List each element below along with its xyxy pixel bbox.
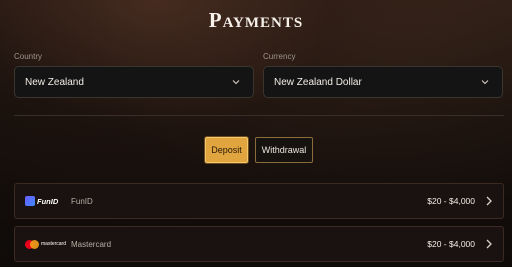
funid-logo-text: FunID <box>37 196 59 206</box>
country-label: Country <box>14 52 43 61</box>
currency-select[interactable]: New Zealand Dollar <box>263 66 503 98</box>
mastercard-logo-icon: mastercard <box>25 237 67 251</box>
method-name: Mastercard <box>71 239 112 249</box>
chevron-right-icon <box>485 238 493 250</box>
method-range: $20 - $4,000 <box>427 239 475 249</box>
payments-page: Payments Country New Zealand Currency Ne… <box>0 0 512 267</box>
country-select[interactable]: New Zealand <box>14 66 254 98</box>
deposit-tab-button[interactable]: Deposit <box>205 137 248 163</box>
country-value: New Zealand <box>25 76 84 88</box>
method-name: FunID <box>71 196 93 206</box>
payment-method-row-mastercard[interactable]: mastercard Mastercard $20 - $4,000 <box>14 226 504 262</box>
method-range: $20 - $4,000 <box>427 196 475 206</box>
section-divider <box>14 115 504 116</box>
chevron-down-icon <box>231 77 241 87</box>
funid-logo-icon: FunID <box>25 194 65 208</box>
page-title: Payments <box>208 8 304 32</box>
withdrawal-tab-button[interactable]: Withdrawal <box>255 137 313 163</box>
chevron-down-icon <box>480 77 490 87</box>
currency-value: New Zealand Dollar <box>274 76 362 88</box>
chevron-right-icon <box>485 195 493 207</box>
payment-method-row-funid[interactable]: FunID FunID $20 - $4,000 <box>14 183 504 219</box>
currency-label: Currency <box>263 52 296 61</box>
mastercard-logo-text: mastercard <box>41 241 67 247</box>
